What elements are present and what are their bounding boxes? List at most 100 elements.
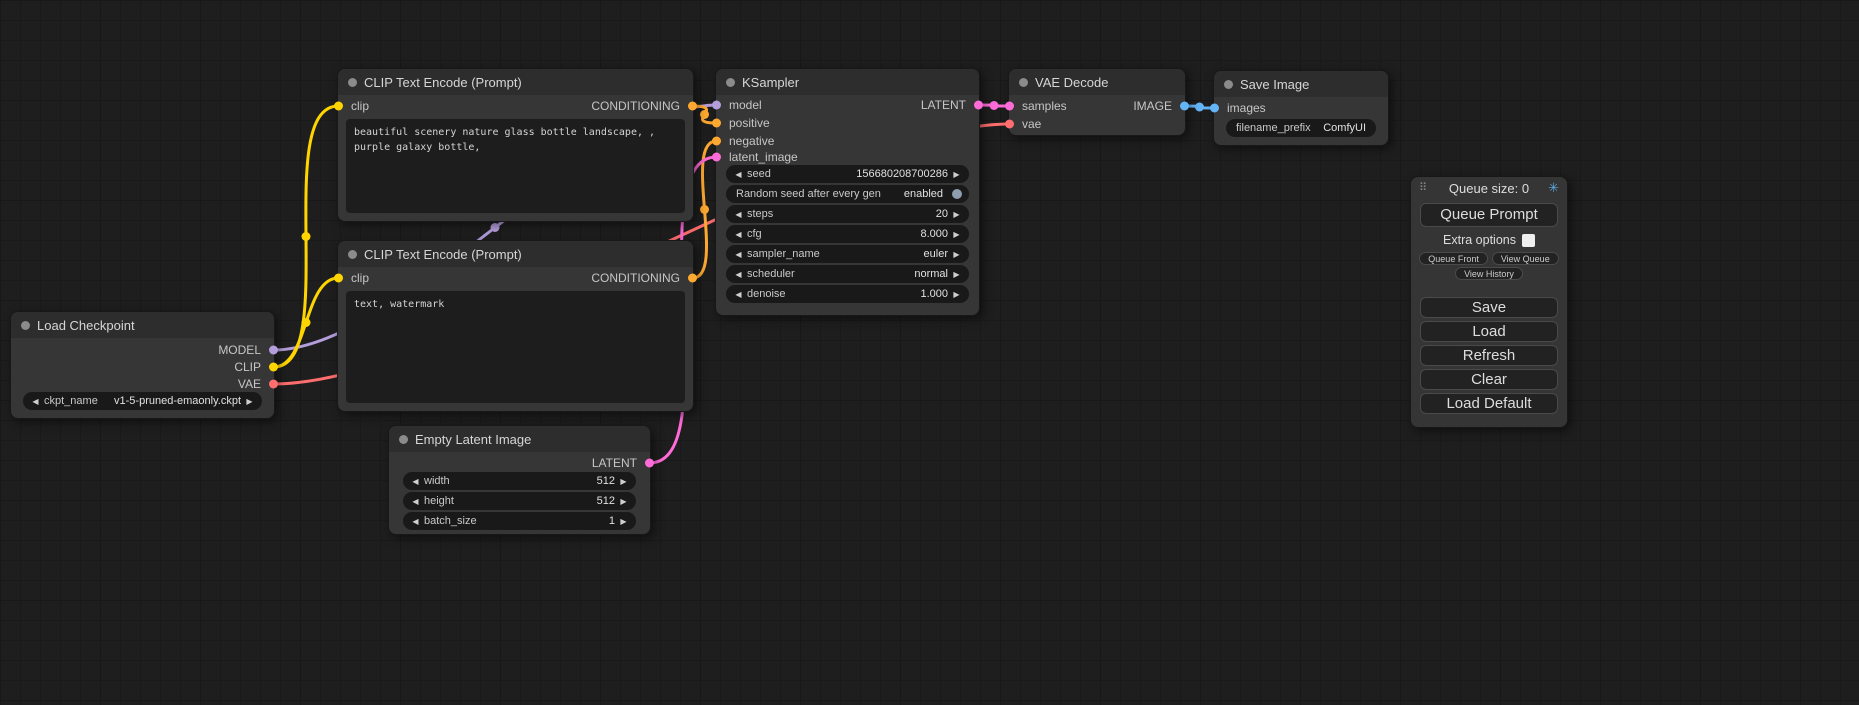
scheduler-widget[interactable]: ◀ scheduler normal ▶ xyxy=(726,265,969,283)
ckpt-name-widget[interactable]: ◀ ckpt_name v1-5-pruned-emaonly.ckpt ▶ xyxy=(23,392,262,410)
link-midpoint-dot[interactable] xyxy=(700,205,709,214)
link-midpoint-dot[interactable] xyxy=(491,223,500,232)
decrement-arrow-icon[interactable]: ◀ xyxy=(410,517,421,526)
node-title-bar[interactable]: Empty Latent Image xyxy=(389,426,650,452)
increment-arrow-icon[interactable]: ▶ xyxy=(618,517,629,526)
decrement-arrow-icon[interactable]: ◀ xyxy=(733,230,744,239)
node-title-bar[interactable]: KSampler xyxy=(716,69,979,95)
node-title-bar[interactable]: Save Image xyxy=(1214,71,1388,97)
increment-arrow-icon[interactable]: ▶ xyxy=(951,270,962,279)
link-midpoint-dot[interactable] xyxy=(700,110,709,119)
images-input-port[interactable] xyxy=(1210,104,1219,113)
denoise-widget[interactable]: ◀ denoise 1.000 ▶ xyxy=(726,285,969,303)
image-output-port[interactable] xyxy=(1180,102,1189,111)
decrement-arrow-icon[interactable]: ◀ xyxy=(733,290,744,299)
batch-size-widget[interactable]: ◀ batch_size 1 ▶ xyxy=(403,512,636,530)
vae-output-port[interactable] xyxy=(269,380,278,389)
increment-arrow-icon[interactable]: ▶ xyxy=(951,170,962,179)
latent-image-input-port[interactable] xyxy=(712,153,721,162)
node-title: CLIP Text Encode (Prompt) xyxy=(364,75,522,90)
width-widget[interactable]: ◀ width 512 ▶ xyxy=(403,472,636,490)
node-title-bar[interactable]: CLIP Text Encode (Prompt) xyxy=(338,241,693,267)
collapse-dot[interactable] xyxy=(348,78,357,87)
model-output-port[interactable] xyxy=(269,346,278,355)
output-slot-model: MODEL xyxy=(11,342,274,358)
collapse-dot[interactable] xyxy=(1224,80,1233,89)
decrement-arrow-icon[interactable]: ◀ xyxy=(733,210,744,219)
widget-label: height xyxy=(424,495,454,507)
collapse-dot[interactable] xyxy=(726,78,735,87)
node-title-bar[interactable]: Load Checkpoint xyxy=(11,312,274,338)
random-seed-toggle-widget[interactable]: Random seed after every gen enabled xyxy=(726,185,969,203)
increment-arrow-icon[interactable]: ▶ xyxy=(951,250,962,259)
prompt-text-area[interactable]: text, watermark xyxy=(346,291,685,403)
conditioning-output-port[interactable] xyxy=(688,102,697,111)
clip-output-port[interactable] xyxy=(269,363,278,372)
node-save-image[interactable]: Save Image images filename_prefix ComfyU… xyxy=(1213,70,1389,146)
negative-input-port[interactable] xyxy=(712,137,721,146)
decrement-arrow-icon[interactable]: ◀ xyxy=(410,497,421,506)
decrement-arrow-icon[interactable]: ◀ xyxy=(410,477,421,486)
increment-arrow-icon[interactable]: ▶ xyxy=(951,230,962,239)
latent-output-port[interactable] xyxy=(645,459,654,468)
conditioning-output-port[interactable] xyxy=(688,274,697,283)
cfg-widget[interactable]: ◀ cfg 8.000 ▶ xyxy=(726,225,969,243)
node-title-bar[interactable]: VAE Decode xyxy=(1009,69,1185,95)
extra-options-label: Extra options xyxy=(1443,233,1516,247)
decrement-arrow-icon[interactable]: ◀ xyxy=(30,397,41,406)
node-ksampler[interactable]: KSampler model LATENT positive negative … xyxy=(715,68,980,316)
decrement-arrow-icon[interactable]: ◀ xyxy=(733,170,744,179)
link-midpoint-dot[interactable] xyxy=(302,232,311,241)
save-button[interactable]: Save xyxy=(1420,297,1558,318)
output-slot-image: IMAGE xyxy=(1009,98,1185,114)
prompt-text-area[interactable]: beautiful scenery nature glass bottle la… xyxy=(346,119,685,213)
queue-panel: ⠿ Queue size: 0 ✳ Queue Prompt Extra opt… xyxy=(1410,176,1568,428)
widget-value: 512 xyxy=(597,475,615,487)
queue-prompt-button[interactable]: Queue Prompt xyxy=(1420,203,1558,227)
height-widget[interactable]: ◀ height 512 ▶ xyxy=(403,492,636,510)
latent-output-port[interactable] xyxy=(974,101,983,110)
collapse-dot[interactable] xyxy=(348,250,357,259)
steps-widget[interactable]: ◀ steps 20 ▶ xyxy=(726,205,969,223)
increment-arrow-icon[interactable]: ▶ xyxy=(951,290,962,299)
increment-arrow-icon[interactable]: ▶ xyxy=(618,477,629,486)
vae-input-port[interactable] xyxy=(1005,120,1014,129)
increment-arrow-icon[interactable]: ▶ xyxy=(618,497,629,506)
extra-options-checkbox[interactable] xyxy=(1522,234,1535,247)
refresh-button[interactable]: Refresh xyxy=(1420,345,1558,366)
view-history-button[interactable]: View History xyxy=(1455,267,1523,280)
widget-label: scheduler xyxy=(747,268,795,280)
link-midpoint-dot[interactable] xyxy=(302,318,311,327)
output-label: CLIP xyxy=(234,360,261,374)
input-slot-vae: vae xyxy=(1009,116,1185,132)
decrement-arrow-icon[interactable]: ◀ xyxy=(733,270,744,279)
positive-input-port[interactable] xyxy=(712,119,721,128)
increment-arrow-icon[interactable]: ▶ xyxy=(244,397,255,406)
view-queue-button[interactable]: View Queue xyxy=(1492,252,1559,265)
settings-gear-icon[interactable]: ✳ xyxy=(1548,180,1559,196)
collapse-dot[interactable] xyxy=(1019,78,1028,87)
collapse-dot[interactable] xyxy=(21,321,30,330)
queue-front-button[interactable]: Queue Front xyxy=(1419,252,1488,265)
node-empty-latent-image[interactable]: Empty Latent Image LATENT ◀ width 512 ▶ … xyxy=(388,425,651,535)
link-midpoint-dot[interactable] xyxy=(990,101,999,110)
link-midpoint-dot[interactable] xyxy=(1195,103,1204,112)
load-button[interactable]: Load xyxy=(1420,321,1558,342)
node-graph-canvas[interactable]: Load Checkpoint MODEL CLIP VAE ◀ ckpt_na… xyxy=(0,0,1859,705)
load-default-button[interactable]: Load Default xyxy=(1420,393,1558,414)
increment-arrow-icon[interactable]: ▶ xyxy=(951,210,962,219)
node-vae-decode[interactable]: VAE Decode samples IMAGE vae xyxy=(1008,68,1186,136)
widget-value: euler xyxy=(924,248,948,260)
collapse-dot[interactable] xyxy=(399,435,408,444)
decrement-arrow-icon[interactable]: ◀ xyxy=(733,250,744,259)
node-title-bar[interactable]: CLIP Text Encode (Prompt) xyxy=(338,69,693,95)
seed-widget[interactable]: ◀ seed 156680208700286 ▶ xyxy=(726,165,969,183)
node-clip-text-encode-negative[interactable]: CLIP Text Encode (Prompt) clip CONDITION… xyxy=(337,240,694,412)
node-clip-text-encode-positive[interactable]: CLIP Text Encode (Prompt) clip CONDITION… xyxy=(337,68,694,222)
widget-value: 8.000 xyxy=(920,228,948,240)
filename-prefix-widget[interactable]: filename_prefix ComfyUI xyxy=(1226,119,1376,137)
clear-button[interactable]: Clear xyxy=(1420,369,1558,390)
toggle-indicator-dot[interactable] xyxy=(952,189,962,199)
node-load-checkpoint[interactable]: Load Checkpoint MODEL CLIP VAE ◀ ckpt_na… xyxy=(10,311,275,419)
sampler-name-widget[interactable]: ◀ sampler_name euler ▶ xyxy=(726,245,969,263)
